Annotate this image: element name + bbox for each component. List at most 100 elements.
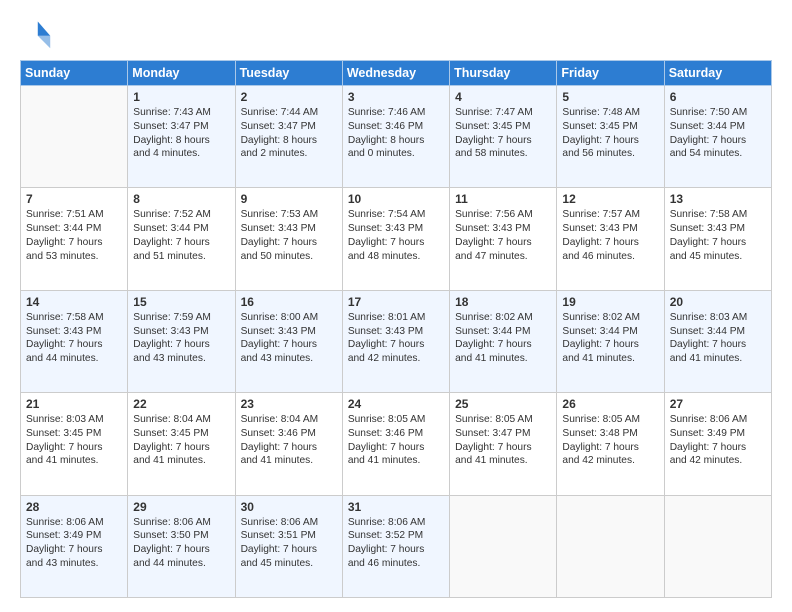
calendar-cell: 24Sunrise: 8:05 AMSunset: 3:46 PMDayligh… bbox=[342, 393, 449, 495]
cell-info-line: and 58 minutes. bbox=[455, 147, 551, 161]
calendar-cell bbox=[557, 495, 664, 597]
cell-info-line: Daylight: 7 hours bbox=[562, 441, 658, 455]
cell-info-line: Daylight: 7 hours bbox=[241, 338, 337, 352]
calendar-cell: 13Sunrise: 7:58 AMSunset: 3:43 PMDayligh… bbox=[664, 188, 771, 290]
calendar-cell: 27Sunrise: 8:06 AMSunset: 3:49 PMDayligh… bbox=[664, 393, 771, 495]
logo bbox=[20, 18, 56, 50]
cell-info-line: Daylight: 7 hours bbox=[348, 543, 444, 557]
calendar-cell: 6Sunrise: 7:50 AMSunset: 3:44 PMDaylight… bbox=[664, 86, 771, 188]
cell-info-line: Daylight: 7 hours bbox=[670, 338, 766, 352]
cell-info-line: Sunset: 3:44 PM bbox=[455, 325, 551, 339]
col-header-friday: Friday bbox=[557, 61, 664, 86]
cell-info-line: Sunrise: 7:58 AM bbox=[670, 208, 766, 222]
calendar-row-2: 14Sunrise: 7:58 AMSunset: 3:43 PMDayligh… bbox=[21, 290, 772, 392]
calendar-row-3: 21Sunrise: 8:03 AMSunset: 3:45 PMDayligh… bbox=[21, 393, 772, 495]
cell-info-line: Daylight: 7 hours bbox=[133, 338, 229, 352]
cell-info-line: Sunrise: 8:04 AM bbox=[241, 413, 337, 427]
calendar-cell: 19Sunrise: 8:02 AMSunset: 3:44 PMDayligh… bbox=[557, 290, 664, 392]
calendar-cell: 2Sunrise: 7:44 AMSunset: 3:47 PMDaylight… bbox=[235, 86, 342, 188]
cell-info-line: Daylight: 7 hours bbox=[26, 236, 122, 250]
cell-info-line: Sunrise: 7:54 AM bbox=[348, 208, 444, 222]
cell-info-line: Sunrise: 8:05 AM bbox=[562, 413, 658, 427]
cell-info-line: Sunrise: 7:48 AM bbox=[562, 106, 658, 120]
day-number: 14 bbox=[26, 295, 122, 309]
day-number: 15 bbox=[133, 295, 229, 309]
page: SundayMondayTuesdayWednesdayThursdayFrid… bbox=[0, 0, 792, 612]
cell-info-line: Daylight: 7 hours bbox=[455, 236, 551, 250]
cell-info-line: Daylight: 7 hours bbox=[670, 441, 766, 455]
cell-info-line: Sunrise: 8:06 AM bbox=[26, 516, 122, 530]
cell-info-line: Sunrise: 7:56 AM bbox=[455, 208, 551, 222]
calendar-table: SundayMondayTuesdayWednesdayThursdayFrid… bbox=[20, 60, 772, 598]
cell-info-line: Sunset: 3:46 PM bbox=[348, 120, 444, 134]
cell-info-line: Daylight: 8 hours bbox=[241, 134, 337, 148]
cell-info-line: and 54 minutes. bbox=[670, 147, 766, 161]
calendar-cell: 17Sunrise: 8:01 AMSunset: 3:43 PMDayligh… bbox=[342, 290, 449, 392]
day-number: 13 bbox=[670, 192, 766, 206]
logo-icon bbox=[20, 18, 52, 50]
cell-info-line: Sunset: 3:48 PM bbox=[562, 427, 658, 441]
cell-info-line: Sunset: 3:43 PM bbox=[455, 222, 551, 236]
calendar-cell: 20Sunrise: 8:03 AMSunset: 3:44 PMDayligh… bbox=[664, 290, 771, 392]
cell-info-line: Sunset: 3:45 PM bbox=[455, 120, 551, 134]
cell-info-line: and 43 minutes. bbox=[133, 352, 229, 366]
cell-info-line: Sunrise: 8:06 AM bbox=[348, 516, 444, 530]
calendar-cell: 15Sunrise: 7:59 AMSunset: 3:43 PMDayligh… bbox=[128, 290, 235, 392]
col-header-saturday: Saturday bbox=[664, 61, 771, 86]
day-number: 11 bbox=[455, 192, 551, 206]
cell-info-line: Sunrise: 8:04 AM bbox=[133, 413, 229, 427]
calendar-cell bbox=[664, 495, 771, 597]
cell-info-line: Sunset: 3:51 PM bbox=[241, 529, 337, 543]
col-header-wednesday: Wednesday bbox=[342, 61, 449, 86]
day-number: 19 bbox=[562, 295, 658, 309]
cell-info-line: Daylight: 7 hours bbox=[133, 441, 229, 455]
cell-info-line: Daylight: 8 hours bbox=[133, 134, 229, 148]
day-number: 28 bbox=[26, 500, 122, 514]
calendar-cell: 14Sunrise: 7:58 AMSunset: 3:43 PMDayligh… bbox=[21, 290, 128, 392]
cell-info-line: Sunset: 3:43 PM bbox=[562, 222, 658, 236]
calendar-cell: 30Sunrise: 8:06 AMSunset: 3:51 PMDayligh… bbox=[235, 495, 342, 597]
cell-info-line: Sunrise: 7:57 AM bbox=[562, 208, 658, 222]
cell-info-line: Daylight: 7 hours bbox=[26, 338, 122, 352]
cell-info-line: Daylight: 7 hours bbox=[562, 134, 658, 148]
cell-info-line: Daylight: 7 hours bbox=[455, 134, 551, 148]
calendar-cell: 18Sunrise: 8:02 AMSunset: 3:44 PMDayligh… bbox=[450, 290, 557, 392]
calendar-cell: 29Sunrise: 8:06 AMSunset: 3:50 PMDayligh… bbox=[128, 495, 235, 597]
cell-info-line: and 44 minutes. bbox=[133, 557, 229, 571]
cell-info-line: and 0 minutes. bbox=[348, 147, 444, 161]
cell-info-line: Sunset: 3:44 PM bbox=[670, 325, 766, 339]
calendar-cell: 31Sunrise: 8:06 AMSunset: 3:52 PMDayligh… bbox=[342, 495, 449, 597]
calendar-cell bbox=[450, 495, 557, 597]
cell-info-line: Sunset: 3:44 PM bbox=[670, 120, 766, 134]
cell-info-line: and 45 minutes. bbox=[670, 250, 766, 264]
cell-info-line: and 51 minutes. bbox=[133, 250, 229, 264]
cell-info-line: Daylight: 7 hours bbox=[241, 236, 337, 250]
calendar-cell: 1Sunrise: 7:43 AMSunset: 3:47 PMDaylight… bbox=[128, 86, 235, 188]
calendar-cell: 28Sunrise: 8:06 AMSunset: 3:49 PMDayligh… bbox=[21, 495, 128, 597]
day-number: 16 bbox=[241, 295, 337, 309]
cell-info-line: Sunrise: 7:50 AM bbox=[670, 106, 766, 120]
cell-info-line: and 42 minutes. bbox=[348, 352, 444, 366]
calendar-cell: 21Sunrise: 8:03 AMSunset: 3:45 PMDayligh… bbox=[21, 393, 128, 495]
cell-info-line: Sunset: 3:43 PM bbox=[670, 222, 766, 236]
cell-info-line: Sunset: 3:44 PM bbox=[562, 325, 658, 339]
cell-info-line: Sunrise: 7:51 AM bbox=[26, 208, 122, 222]
cell-info-line: Sunrise: 7:58 AM bbox=[26, 311, 122, 325]
day-number: 7 bbox=[26, 192, 122, 206]
calendar-cell: 3Sunrise: 7:46 AMSunset: 3:46 PMDaylight… bbox=[342, 86, 449, 188]
day-number: 29 bbox=[133, 500, 229, 514]
day-number: 18 bbox=[455, 295, 551, 309]
cell-info-line: Sunset: 3:46 PM bbox=[241, 427, 337, 441]
cell-info-line: and 41 minutes. bbox=[348, 454, 444, 468]
day-number: 1 bbox=[133, 90, 229, 104]
calendar-cell: 16Sunrise: 8:00 AMSunset: 3:43 PMDayligh… bbox=[235, 290, 342, 392]
cell-info-line: Daylight: 7 hours bbox=[241, 543, 337, 557]
cell-info-line: Sunrise: 7:52 AM bbox=[133, 208, 229, 222]
cell-info-line: and 46 minutes. bbox=[348, 557, 444, 571]
cell-info-line: Daylight: 7 hours bbox=[455, 441, 551, 455]
cell-info-line: Sunset: 3:47 PM bbox=[133, 120, 229, 134]
cell-info-line: Sunset: 3:47 PM bbox=[455, 427, 551, 441]
cell-info-line: and 41 minutes. bbox=[455, 454, 551, 468]
day-number: 6 bbox=[670, 90, 766, 104]
cell-info-line: Daylight: 7 hours bbox=[133, 236, 229, 250]
